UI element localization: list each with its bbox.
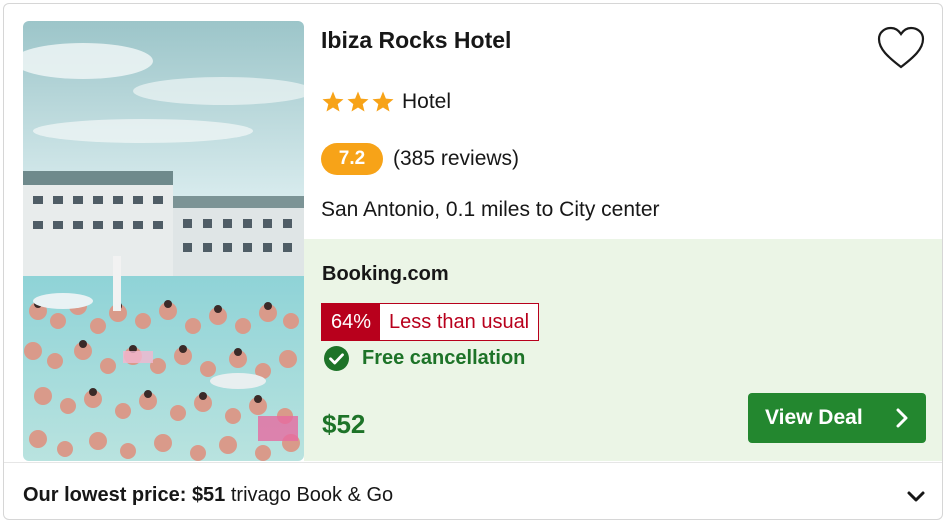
deal-panel[interactable]: Booking.com 64% Less than usual Free can…	[304, 239, 942, 461]
star-icon	[347, 91, 369, 112]
star-icon	[372, 91, 394, 112]
rating-badge[interactable]: 7.2	[321, 143, 383, 175]
view-deal-label: View Deal	[765, 406, 863, 429]
lowest-price-source: trivago Book & Go	[230, 484, 394, 506]
rating-row[interactable]: 7.2 (385 reviews)	[321, 143, 519, 175]
deal-price: $52	[322, 409, 366, 439]
check-circle-icon	[324, 346, 349, 371]
lowest-price-bar[interactable]: Our lowest price: $51 trivago Book & Go	[4, 462, 942, 519]
review-count[interactable]: (385 reviews)	[393, 147, 519, 171]
price-comparison-badge: 64% Less than usual	[321, 303, 540, 341]
hotel-location: San Antonio, 0.1 miles to City center	[321, 198, 660, 221]
pool-party-image	[23, 21, 304, 461]
heart-icon[interactable]	[876, 24, 926, 74]
hotel-name[interactable]: Ibiza Rocks Hotel	[321, 27, 511, 54]
chevron-down-icon[interactable]	[904, 485, 928, 509]
star-rating: Hotel	[321, 90, 451, 114]
hotel-card[interactable]: Ibiza Rocks Hotel Hotel 7.2 (385 reviews…	[3, 3, 943, 520]
hotel-photo[interactable]	[23, 21, 304, 461]
cancellation-info: Free cancellation	[323, 345, 525, 372]
accommodation-type: Hotel	[402, 90, 452, 113]
deal-provider: Booking.com	[322, 263, 449, 285]
free-cancellation-label: Free cancellation	[362, 347, 526, 369]
discount-label: Less than usual	[389, 310, 530, 333]
lowest-price-label: Our lowest price:	[23, 484, 187, 506]
chevron-right-icon	[896, 408, 908, 428]
star-icon	[322, 91, 344, 112]
view-deal-button[interactable]: View Deal	[748, 393, 926, 443]
lowest-price-info: Our lowest price: $51 trivago Book & Go	[23, 484, 393, 507]
discount-percent: 64%	[322, 304, 381, 340]
lowest-price-value: $51	[191, 484, 226, 506]
